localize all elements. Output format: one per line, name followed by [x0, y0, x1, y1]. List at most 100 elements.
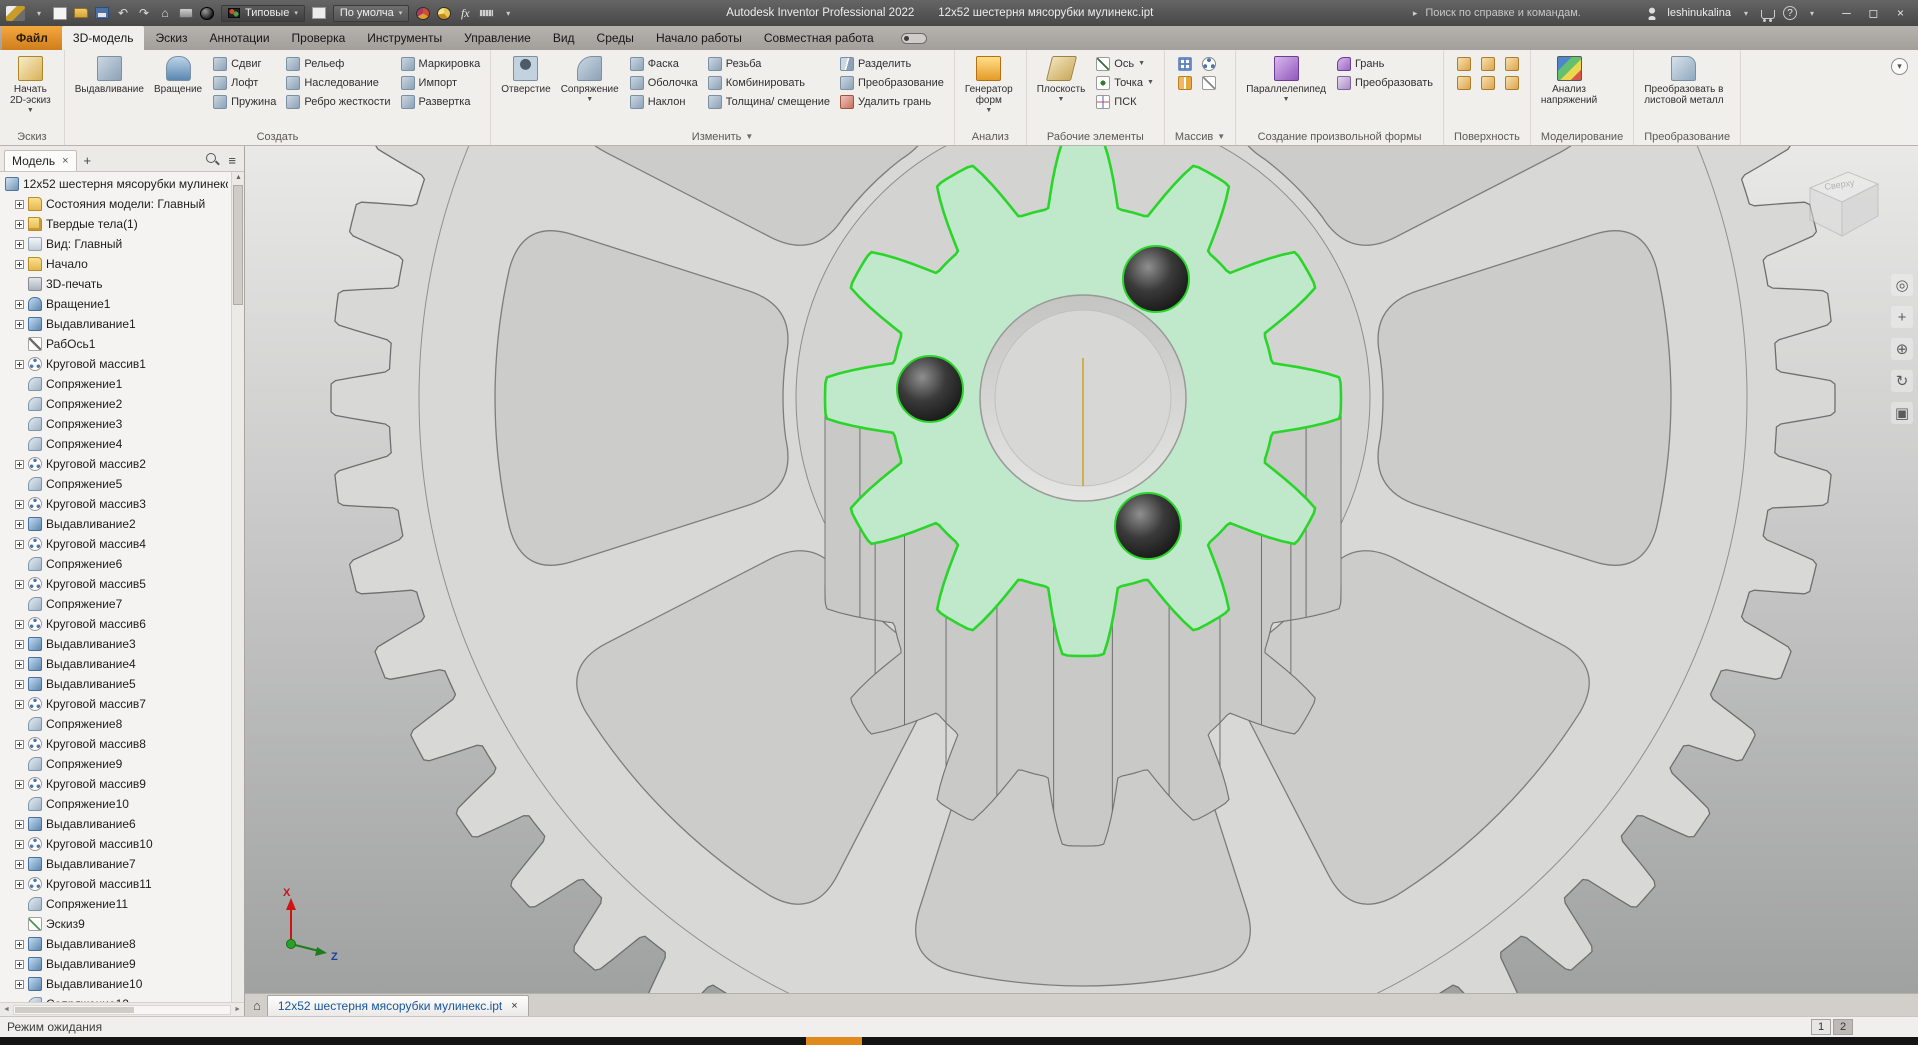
- browser-tree-item[interactable]: Выдавливание7: [3, 854, 228, 874]
- zoom-tool-icon[interactable]: ⊕: [1891, 338, 1913, 360]
- browser-tree-item[interactable]: Круговой массив1: [3, 354, 228, 374]
- ribbon-button[interactable]: Фаска ▼: [626, 54, 702, 73]
- ribbon-tab[interactable]: Эскиз: [144, 26, 198, 50]
- browser-tree-item[interactable]: Сопряжение6: [3, 554, 228, 574]
- parameters-fx-icon[interactable]: fx: [458, 6, 472, 20]
- browser-tree-item[interactable]: Сопряжение10: [3, 794, 228, 814]
- browser-tree-item[interactable]: Сопряжение11: [3, 894, 228, 914]
- help-icon[interactable]: ?: [1783, 6, 1797, 20]
- expand-icon[interactable]: [15, 660, 24, 669]
- expand-icon[interactable]: [15, 520, 24, 529]
- ribbon-button[interactable]: Развертка ▼: [397, 92, 485, 111]
- expand-icon[interactable]: [15, 960, 24, 969]
- ribbon-button[interactable]: Разделить ▼: [836, 54, 948, 73]
- scrollbar-track[interactable]: [13, 1005, 231, 1015]
- full-navigation-wheel-icon[interactable]: ◎: [1891, 274, 1913, 296]
- browser-tree-item[interactable]: Выдавливание9: [3, 954, 228, 974]
- ribbon-group-label[interactable]: Эскиз ▼: [0, 128, 64, 145]
- ribbon-button[interactable]: Отверстие ▼: [497, 54, 554, 105]
- browser-tree-item[interactable]: Сопряжение3: [3, 414, 228, 434]
- ribbon-button[interactable]: ▼: [1174, 73, 1196, 92]
- browser-tab-model[interactable]: Модель ×: [4, 150, 77, 171]
- expand-icon[interactable]: [15, 220, 24, 229]
- ribbon-button[interactable]: Наклон ▼: [626, 92, 702, 111]
- browser-tree-item[interactable]: Состояния модели: Главный: [3, 194, 228, 214]
- browser-tree-item[interactable]: Начало: [3, 254, 228, 274]
- ribbon-tab[interactable]: Управление: [453, 26, 542, 50]
- expand-icon[interactable]: [15, 700, 24, 709]
- ribbon-button[interactable]: Ось ▼: [1092, 54, 1158, 73]
- ribbon-group-label[interactable]: Поверхность ▼: [1444, 128, 1530, 145]
- ribbon-group-label[interactable]: Массив ▼: [1165, 128, 1235, 145]
- clear-appearance-icon[interactable]: [437, 7, 451, 20]
- home-dashboard-icon[interactable]: ⌂: [253, 998, 261, 1013]
- ribbon-tab[interactable]: Среды: [586, 26, 645, 50]
- browser-tree-item[interactable]: Сопряжение7: [3, 594, 228, 614]
- ribbon-group-label[interactable]: Преобразование ▼: [1634, 128, 1740, 145]
- expand-icon[interactable]: [15, 740, 24, 749]
- ribbon-button[interactable]: ▼: [1198, 73, 1220, 92]
- minimize-button[interactable]: ─: [1833, 3, 1860, 23]
- ribbon-group-label[interactable]: Рабочие элементы ▼: [1027, 128, 1164, 145]
- browser-tree-item[interactable]: Сопряжение8: [3, 714, 228, 734]
- doc-tab-close-icon[interactable]: ×: [511, 1000, 517, 1012]
- ribbon-group-label[interactable]: Создание произвольной формы ▼: [1236, 128, 1443, 145]
- ribbon-display-options-button[interactable]: ▾: [1891, 58, 1908, 75]
- ribbon-button[interactable]: ▼: [1174, 54, 1196, 73]
- ribbon-button[interactable]: Ребро жесткости ▼: [282, 92, 394, 111]
- expand-icon[interactable]: [15, 940, 24, 949]
- ribbon-button[interactable]: Вращение ▼: [150, 54, 206, 97]
- ribbon-button[interactable]: Комбинировать ▼: [704, 73, 834, 92]
- doc-switch-button-1[interactable]: 1: [1811, 1019, 1831, 1035]
- appearance-box-icon[interactable]: [312, 7, 326, 19]
- ribbon-button[interactable]: Генератор форм ▼: [961, 54, 1017, 116]
- ribbon-button[interactable]: Плоскость ▼: [1033, 54, 1090, 105]
- ribbon-tab[interactable]: 3D-модель: [62, 26, 145, 50]
- open-file-icon[interactable]: [74, 8, 88, 18]
- ribbon-button[interactable]: Анализ напряжений ▼: [1537, 54, 1601, 108]
- expand-icon[interactable]: [15, 500, 24, 509]
- browser-tree-item[interactable]: Выдавливание6: [3, 814, 228, 834]
- browser-tree-item[interactable]: Выдавливание1: [3, 314, 228, 334]
- ribbon-button[interactable]: ▼: [1501, 73, 1523, 92]
- browser-tree-item[interactable]: Круговой массив6: [3, 614, 228, 634]
- ribbon-button[interactable]: ▼: [1501, 54, 1523, 73]
- ribbon-button[interactable]: Удалить грань ▼: [836, 92, 948, 111]
- ribbon-button[interactable]: Начать 2D-эскиз ▼: [6, 54, 55, 116]
- browser-tree-item[interactable]: Твердые тела(1): [3, 214, 228, 234]
- browser-vertical-scrollbar[interactable]: ▲: [231, 172, 244, 1002]
- ribbon-button[interactable]: Маркировка ▼: [397, 54, 485, 73]
- browser-horizontal-scrollbar[interactable]: ◄ ►: [0, 1002, 244, 1016]
- document-tab[interactable]: 12x52 шестерня мясорубки мулинекс.ipt ×: [267, 995, 529, 1016]
- expand-icon[interactable]: [15, 240, 24, 249]
- store-cart-icon[interactable]: [1761, 10, 1775, 19]
- signed-in-user[interactable]: leshinukalina: [1667, 7, 1731, 19]
- ribbon-tab[interactable]: Начало работы: [645, 26, 753, 50]
- ribbon-button[interactable]: ▼: [1198, 54, 1220, 73]
- expand-icon[interactable]: [15, 840, 24, 849]
- browser-tree-item[interactable]: Выдавливание5: [3, 674, 228, 694]
- browser-tree-item[interactable]: Сопряжение2: [3, 394, 228, 414]
- browser-tree-item[interactable]: Сопряжение9: [3, 754, 228, 774]
- browser-tree-item[interactable]: Вращение1: [3, 294, 228, 314]
- ribbon-group-label[interactable]: Изменить ▼: [491, 128, 954, 145]
- browser-tree-item[interactable]: Круговой массив3: [3, 494, 228, 514]
- pan-tool-icon[interactable]: +: [1891, 306, 1913, 328]
- browser-tree-item[interactable]: Круговой массив11: [3, 874, 228, 894]
- expand-icon[interactable]: [15, 580, 24, 589]
- undo-icon[interactable]: ↶: [116, 6, 130, 20]
- user-menu-chevron-icon[interactable]: ▾: [1739, 6, 1753, 20]
- redo-icon[interactable]: ↷: [137, 6, 151, 20]
- scroll-right-icon[interactable]: ►: [234, 1006, 241, 1013]
- ribbon-button[interactable]: Преобразовать ▼: [1333, 73, 1437, 92]
- ribbon-button[interactable]: Импорт ▼: [397, 73, 485, 92]
- ribbon-button[interactable]: Оболочка ▼: [626, 73, 702, 92]
- ribbon-button[interactable]: ▼: [1453, 73, 1475, 92]
- browser-tree-item[interactable]: РабОсь1: [3, 334, 228, 354]
- help-search-input[interactable]: Поиск по справке и командам.: [1425, 7, 1637, 19]
- ribbon-tab[interactable]: Файл: [2, 26, 62, 50]
- browser-tree-item[interactable]: Круговой массив7: [3, 694, 228, 714]
- ribbon-button[interactable]: Точка ▼: [1092, 73, 1158, 92]
- browser-tree-item[interactable]: Круговой массив4: [3, 534, 228, 554]
- qat-customize-chevron-icon[interactable]: ▾: [501, 6, 515, 20]
